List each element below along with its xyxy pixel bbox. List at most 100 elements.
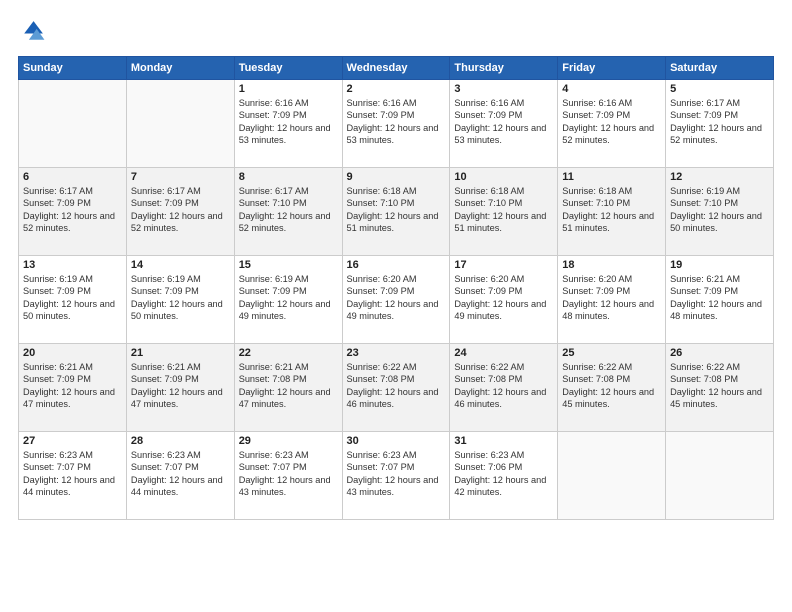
day-number: 22 bbox=[239, 347, 338, 359]
day-number: 18 bbox=[562, 259, 661, 271]
day-number: 21 bbox=[131, 347, 230, 359]
calendar-cell bbox=[126, 80, 234, 168]
calendar-cell: 25 Sunrise: 6:22 AM Sunset: 7:08 PM Dayli… bbox=[558, 344, 666, 432]
day-number: 29 bbox=[239, 435, 338, 447]
day-info: Sunrise: 6:16 AM Sunset: 7:09 PM Dayligh… bbox=[347, 97, 446, 147]
header bbox=[18, 18, 774, 46]
day-number: 12 bbox=[670, 171, 769, 183]
day-number: 10 bbox=[454, 171, 553, 183]
day-number: 2 bbox=[347, 83, 446, 95]
calendar-cell: 20 Sunrise: 6:21 AM Sunset: 7:09 PM Dayli… bbox=[19, 344, 127, 432]
day-number: 4 bbox=[562, 83, 661, 95]
day-number: 1 bbox=[239, 83, 338, 95]
day-info: Sunrise: 6:16 AM Sunset: 7:09 PM Dayligh… bbox=[454, 97, 553, 147]
calendar-cell: 2 Sunrise: 6:16 AM Sunset: 7:09 PM Daylig… bbox=[342, 80, 450, 168]
calendar-cell: 14 Sunrise: 6:19 AM Sunset: 7:09 PM Dayli… bbox=[126, 256, 234, 344]
day-info: Sunrise: 6:19 AM Sunset: 7:09 PM Dayligh… bbox=[239, 273, 338, 323]
calendar-cell: 4 Sunrise: 6:16 AM Sunset: 7:09 PM Daylig… bbox=[558, 80, 666, 168]
calendar-cell: 5Sunrise: 6:17 AM Sunset: 7:09 PM Daylig… bbox=[666, 80, 774, 168]
day-number: 8 bbox=[239, 171, 338, 183]
day-number: 24 bbox=[454, 347, 553, 359]
page: SundayMondayTuesdayWednesdayThursdayFrid… bbox=[0, 0, 792, 612]
day-number: 11 bbox=[562, 171, 661, 183]
calendar-cell bbox=[558, 432, 666, 520]
calendar-cell: 8 Sunrise: 6:17 AM Sunset: 7:10 PM Daylig… bbox=[234, 168, 342, 256]
weekday-header-saturday: Saturday bbox=[666, 57, 774, 80]
day-number: 28 bbox=[131, 435, 230, 447]
calendar-cell: 21 Sunrise: 6:21 AM Sunset: 7:09 PM Dayli… bbox=[126, 344, 234, 432]
calendar-cell: 23 Sunrise: 6:22 AM Sunset: 7:08 PM Dayli… bbox=[342, 344, 450, 432]
weekday-header-tuesday: Tuesday bbox=[234, 57, 342, 80]
weekday-header-row: SundayMondayTuesdayWednesdayThursdayFrid… bbox=[19, 57, 774, 80]
day-number: 14 bbox=[131, 259, 230, 271]
calendar-cell: 29Sunrise: 6:23 AM Sunset: 7:07 PM Dayli… bbox=[234, 432, 342, 520]
calendar-cell: 18 Sunrise: 6:20 AM Sunset: 7:09 PM Dayli… bbox=[558, 256, 666, 344]
day-number: 9 bbox=[347, 171, 446, 183]
day-info: Sunrise: 6:17 AM Sunset: 7:09 PM Dayligh… bbox=[131, 185, 230, 235]
day-info: Sunrise: 6:19 AM Sunset: 7:09 PM Dayligh… bbox=[131, 273, 230, 323]
week-row-5: 27 Sunrise: 6:23 AM Sunset: 7:07 PM Dayli… bbox=[19, 432, 774, 520]
day-info: Sunrise: 6:20 AM Sunset: 7:09 PM Dayligh… bbox=[454, 273, 553, 323]
day-number: 25 bbox=[562, 347, 661, 359]
calendar-cell: 26Sunrise: 6:22 AM Sunset: 7:08 PM Dayli… bbox=[666, 344, 774, 432]
day-number: 27 bbox=[23, 435, 122, 447]
calendar-cell bbox=[666, 432, 774, 520]
calendar-cell: 28 Sunrise: 6:23 AM Sunset: 7:07 PM Dayli… bbox=[126, 432, 234, 520]
calendar-cell: 3 Sunrise: 6:16 AM Sunset: 7:09 PM Daylig… bbox=[450, 80, 558, 168]
day-number: 23 bbox=[347, 347, 446, 359]
day-info: Sunrise: 6:16 AM Sunset: 7:09 PM Dayligh… bbox=[562, 97, 661, 147]
logo bbox=[18, 18, 50, 46]
calendar-cell: 9 Sunrise: 6:18 AM Sunset: 7:10 PM Daylig… bbox=[342, 168, 450, 256]
calendar-cell: 12Sunrise: 6:19 AM Sunset: 7:10 PM Dayli… bbox=[666, 168, 774, 256]
calendar: SundayMondayTuesdayWednesdayThursdayFrid… bbox=[18, 56, 774, 520]
day-number: 7 bbox=[131, 171, 230, 183]
day-info: Sunrise: 6:22 AM Sunset: 7:08 PM Dayligh… bbox=[347, 361, 446, 411]
day-info: Sunrise: 6:23 AM Sunset: 7:07 PM Dayligh… bbox=[131, 449, 230, 499]
calendar-cell: 31 Sunrise: 6:23 AM Sunset: 7:06 PM Dayli… bbox=[450, 432, 558, 520]
calendar-cell: 11 Sunrise: 6:18 AM Sunset: 7:10 PM Dayli… bbox=[558, 168, 666, 256]
day-number: 3 bbox=[454, 83, 553, 95]
day-number: 31 bbox=[454, 435, 553, 447]
week-row-2: 6 Sunrise: 6:17 AM Sunset: 7:09 PM Daylig… bbox=[19, 168, 774, 256]
day-number: 26 bbox=[670, 347, 769, 359]
day-info: Sunrise: 6:23 AM Sunset: 7:06 PM Dayligh… bbox=[454, 449, 553, 499]
day-info: Sunrise: 6:18 AM Sunset: 7:10 PM Dayligh… bbox=[454, 185, 553, 235]
day-number: 6 bbox=[23, 171, 122, 183]
day-info: Sunrise: 6:21 AM Sunset: 7:09 PM Dayligh… bbox=[23, 361, 122, 411]
calendar-cell: 30 Sunrise: 6:23 AM Sunset: 7:07 PM Dayli… bbox=[342, 432, 450, 520]
day-number: 15 bbox=[239, 259, 338, 271]
day-info: Sunrise: 6:23 AM Sunset: 7:07 PM Dayligh… bbox=[347, 449, 446, 499]
day-info: Sunrise: 6:18 AM Sunset: 7:10 PM Dayligh… bbox=[562, 185, 661, 235]
day-info: Sunrise: 6:21 AM Sunset: 7:08 PM Dayligh… bbox=[239, 361, 338, 411]
calendar-cell: 13Sunrise: 6:19 AM Sunset: 7:09 PM Dayli… bbox=[19, 256, 127, 344]
day-number: 13 bbox=[23, 259, 122, 271]
calendar-cell: 22 Sunrise: 6:21 AM Sunset: 7:08 PM Dayli… bbox=[234, 344, 342, 432]
weekday-header-monday: Monday bbox=[126, 57, 234, 80]
day-info: Sunrise: 6:20 AM Sunset: 7:09 PM Dayligh… bbox=[347, 273, 446, 323]
logo-icon bbox=[18, 18, 46, 46]
day-number: 17 bbox=[454, 259, 553, 271]
week-row-1: 1 Sunrise: 6:16 AM Sunset: 7:09 PM Daylig… bbox=[19, 80, 774, 168]
calendar-cell: 6Sunrise: 6:17 AM Sunset: 7:09 PM Daylig… bbox=[19, 168, 127, 256]
calendar-cell bbox=[19, 80, 127, 168]
day-info: Sunrise: 6:16 AM Sunset: 7:09 PM Dayligh… bbox=[239, 97, 338, 147]
day-number: 5 bbox=[670, 83, 769, 95]
day-info: Sunrise: 6:20 AM Sunset: 7:09 PM Dayligh… bbox=[562, 273, 661, 323]
day-number: 16 bbox=[347, 259, 446, 271]
calendar-cell: 10 Sunrise: 6:18 AM Sunset: 7:10 PM Dayli… bbox=[450, 168, 558, 256]
calendar-cell: 1 Sunrise: 6:16 AM Sunset: 7:09 PM Daylig… bbox=[234, 80, 342, 168]
day-info: Sunrise: 6:22 AM Sunset: 7:08 PM Dayligh… bbox=[562, 361, 661, 411]
day-number: 20 bbox=[23, 347, 122, 359]
day-info: Sunrise: 6:21 AM Sunset: 7:09 PM Dayligh… bbox=[670, 273, 769, 323]
day-number: 30 bbox=[347, 435, 446, 447]
week-row-3: 13 Sunrise: 6:19 AM Sunset: 7:09 PM Dayli… bbox=[19, 256, 774, 344]
weekday-header-wednesday: Wednesday bbox=[342, 57, 450, 80]
week-row-4: 20 Sunrise: 6:21 AM Sunset: 7:09 PM Dayli… bbox=[19, 344, 774, 432]
day-number: 19 bbox=[670, 259, 769, 271]
day-info: Sunrise: 6:21 AM Sunset: 7:09 PM Dayligh… bbox=[131, 361, 230, 411]
weekday-header-sunday: Sunday bbox=[19, 57, 127, 80]
weekday-header-friday: Friday bbox=[558, 57, 666, 80]
calendar-cell: 15 Sunrise: 6:19 AM Sunset: 7:09 PM Dayli… bbox=[234, 256, 342, 344]
day-info: Sunrise: 6:17 AM Sunset: 7:10 PM Dayligh… bbox=[239, 185, 338, 235]
day-info: Sunrise: 6:18 AM Sunset: 7:10 PM Dayligh… bbox=[347, 185, 446, 235]
